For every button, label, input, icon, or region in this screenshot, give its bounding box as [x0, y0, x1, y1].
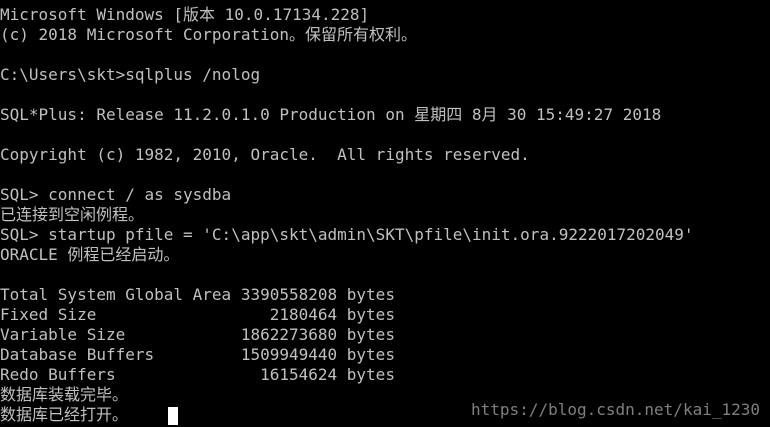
- console-line: SQL> connect / as sysdba: [0, 185, 232, 204]
- console-line: SQL*Plus: Release 11.2.0.1.0 Production …: [0, 105, 662, 124]
- console-line: Copyright (c) 1982, 2010, Oracle. All ri…: [0, 145, 530, 164]
- console-line: SQL> startup pfile = 'C:\app\skt\admin\S…: [0, 225, 694, 244]
- console-line: (c) 2018 Microsoft Corporation。保留所有权利。: [0, 25, 417, 44]
- console-line: Total System Global Area 3390558208 byte…: [0, 285, 395, 304]
- console-line: ORACLE 例程已经启动。: [0, 245, 180, 264]
- console-window[interactable]: Microsoft Windows [版本 10.0.17134.228] (c…: [0, 0, 770, 427]
- console-line: 已连接到空闲例程。: [0, 205, 145, 224]
- console-line-text: 数据库已经打开。: [0, 405, 129, 424]
- watermark: https://blog.csdn.net/kai_1230: [471, 400, 760, 419]
- console-output: Microsoft Windows [版本 10.0.17134.228] (c…: [0, 5, 694, 425]
- console-line: Variable Size 1862273680 bytes: [0, 325, 395, 344]
- console-line: Redo Buffers 16154624 bytes: [0, 365, 395, 384]
- console-line: C:\Users\skt>sqlplus /nolog: [0, 65, 261, 84]
- console-line: Fixed Size 2180464 bytes: [0, 305, 395, 324]
- console-line: Microsoft Windows [版本 10.0.17134.228]: [0, 5, 370, 24]
- console-line: Database Buffers 1509949440 bytes: [0, 345, 395, 364]
- text-cursor: [168, 406, 179, 425]
